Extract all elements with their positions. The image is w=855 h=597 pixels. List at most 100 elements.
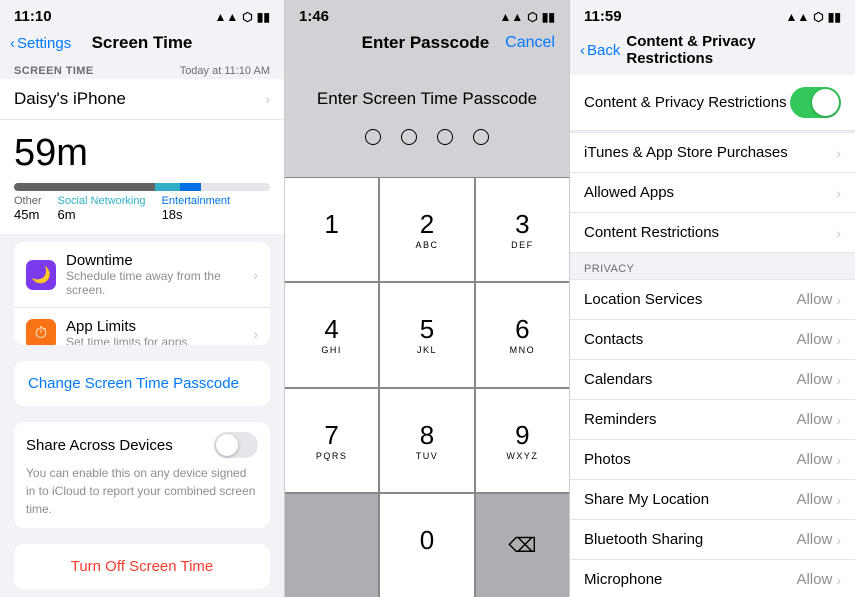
legend-other: Other 45m	[14, 195, 42, 222]
key-5[interactable]: 5JKL	[380, 283, 473, 386]
signal-icon: ▲▲	[215, 10, 239, 24]
legend-social: Social Networking 6m	[58, 195, 146, 222]
key-2[interactable]: 2ABC	[380, 178, 473, 281]
wifi-icon: ⬡	[242, 10, 252, 24]
photos-right: Allow ›	[796, 451, 841, 468]
dot-3	[437, 129, 453, 145]
status-bar-2: 1:46 ▲▲ ⬡ ▮▮	[285, 0, 569, 29]
reminders-label: Reminders	[584, 411, 657, 428]
menu-item-contacts[interactable]: Contacts Allow ›	[570, 320, 855, 360]
turn-off-btn[interactable]: Turn Off Screen Time	[14, 544, 270, 589]
privacy-scroll: Location Services Allow › Contacts Allow…	[570, 279, 855, 597]
device-name: Daisy's iPhone	[14, 89, 126, 109]
key-8[interactable]: 8TUV	[380, 389, 473, 492]
share-toggle[interactable]	[214, 432, 258, 458]
photos-allow: Allow	[796, 451, 832, 468]
nav-title-1: Screen Time	[92, 33, 193, 53]
back-button-3[interactable]: ‹ Back	[580, 42, 620, 59]
content-restrictions-label: Content Restrictions	[584, 224, 719, 241]
menu-item-bluetooth[interactable]: Bluetooth Sharing Allow ›	[570, 520, 855, 560]
menu-item-app-limits[interactable]: ⏱ App Limits Set time limits for apps. ›	[14, 308, 270, 345]
menu-item-calendars[interactable]: Calendars Allow ›	[570, 360, 855, 400]
content-privacy-toggle-row[interactable]: Content & Privacy Restrictions	[570, 75, 855, 131]
menu-item-allowed-apps[interactable]: Allowed Apps ›	[570, 173, 855, 213]
passcode-nav-title: Enter Passcode	[362, 33, 490, 53]
back-label-1: Settings	[17, 35, 71, 52]
app-limits-icon: ⏱	[26, 319, 56, 346]
time-2: 1:46	[299, 8, 329, 25]
menu-item-content-restrictions[interactable]: Content Restrictions ›	[570, 213, 855, 252]
bluetooth-allow: Allow	[796, 531, 832, 548]
key-4[interactable]: 4GHI	[285, 283, 378, 386]
battery-icon-3: ▮▮	[828, 10, 841, 24]
downtime-text: Downtime Schedule time away from the scr…	[66, 252, 253, 297]
menu-item-share-location[interactable]: Share My Location Allow ›	[570, 480, 855, 520]
reminders-right: Allow ›	[796, 411, 841, 428]
time-1: 11:10	[14, 8, 52, 25]
location-allow: Allow	[796, 291, 832, 308]
usage-time: 59m	[14, 132, 270, 175]
passcode-panel: 1:46 ▲▲ ⬡ ▮▮ Cancel Enter Passcode Cance…	[285, 0, 570, 597]
back-button-1[interactable]: ‹ Settings	[10, 35, 71, 52]
share-location-right: Allow ›	[796, 491, 841, 508]
device-chevron-icon: ›	[265, 91, 270, 107]
calendars-allow: Allow	[796, 371, 832, 388]
privacy-nav: ‹ Back Content & Privacy Restrictions	[570, 29, 855, 75]
reminders-chevron-icon: ›	[836, 412, 841, 428]
app-limits-chevron-icon: ›	[253, 326, 258, 342]
signal-icon-2: ▲▲	[500, 10, 524, 24]
section-date: Today at 11:10 AM	[180, 65, 270, 77]
bar-entertainment	[180, 183, 200, 191]
share-location-label: Share My Location	[584, 491, 709, 508]
cancel-button[interactable]: Cancel	[505, 34, 555, 52]
passcode-nav: Cancel Enter Passcode Cancel	[285, 29, 569, 65]
usage-section: 59m Other 45m Social Networking 6m Enter…	[0, 120, 284, 234]
back-chevron-icon: ‹	[10, 35, 15, 52]
signal-icon-3: ▲▲	[786, 10, 810, 24]
legend-entertainment: Entertainment 18s	[162, 195, 230, 222]
status-icons-1: ▲▲ ⬡ ▮▮	[215, 10, 270, 24]
app-limits-sublabel: Set time limits for apps.	[66, 335, 253, 345]
menu-item-downtime[interactable]: 🌙 Downtime Schedule time away from the s…	[14, 242, 270, 308]
key-delete[interactable]: ⌫	[476, 494, 569, 597]
change-passcode-label: Change Screen Time Passcode	[28, 375, 239, 392]
reminders-allow: Allow	[796, 411, 832, 428]
legend-entertainment-label: Entertainment	[162, 195, 230, 207]
key-3[interactable]: 3DEF	[476, 178, 569, 281]
key-6[interactable]: 6MNO	[476, 283, 569, 386]
menu-item-microphone[interactable]: Microphone Allow ›	[570, 560, 855, 597]
content-privacy-toggle[interactable]	[790, 87, 841, 118]
allowed-apps-right: ›	[836, 185, 841, 201]
battery-icon-2: ▮▮	[542, 10, 555, 24]
back-label-3: Back	[587, 42, 620, 59]
privacy-menu-group: Location Services Allow › Contacts Allow…	[570, 279, 855, 597]
section-header-1: SCREEN TIME	[14, 65, 94, 77]
key-7[interactable]: 7PQRS	[285, 389, 378, 492]
menu-item-photos[interactable]: Photos Allow ›	[570, 440, 855, 480]
key-9[interactable]: 9WXYZ	[476, 389, 569, 492]
menu-item-itunes[interactable]: iTunes & App Store Purchases ›	[570, 133, 855, 173]
device-row[interactable]: Daisy's iPhone ›	[0, 79, 284, 120]
legend-social-label: Social Networking	[58, 195, 146, 207]
key-0[interactable]: 0	[380, 494, 473, 597]
key-1[interactable]: 1	[285, 178, 378, 281]
status-bar-1: 11:10 ▲▲ ⬡ ▮▮	[0, 0, 284, 29]
key-empty	[285, 494, 378, 597]
calendars-chevron-icon: ›	[836, 372, 841, 388]
time-3: 11:59	[584, 8, 622, 25]
contacts-allow: Allow	[796, 331, 832, 348]
downtime-label: Downtime	[66, 252, 253, 269]
app-limits-label: App Limits	[66, 318, 253, 335]
photos-label: Photos	[584, 451, 631, 468]
bar-other	[14, 183, 155, 191]
legend-other-value: 45m	[14, 207, 42, 222]
menu-item-location[interactable]: Location Services Allow ›	[570, 280, 855, 320]
menu-item-reminders[interactable]: Reminders Allow ›	[570, 400, 855, 440]
change-passcode-btn[interactable]: Change Screen Time Passcode	[14, 361, 270, 406]
location-label: Location Services	[584, 291, 702, 308]
location-right: Allow ›	[796, 291, 841, 308]
contacts-right: Allow ›	[796, 331, 841, 348]
photos-chevron-icon: ›	[836, 452, 841, 468]
app-limits-text: App Limits Set time limits for apps.	[66, 318, 253, 345]
dot-2	[401, 129, 417, 145]
